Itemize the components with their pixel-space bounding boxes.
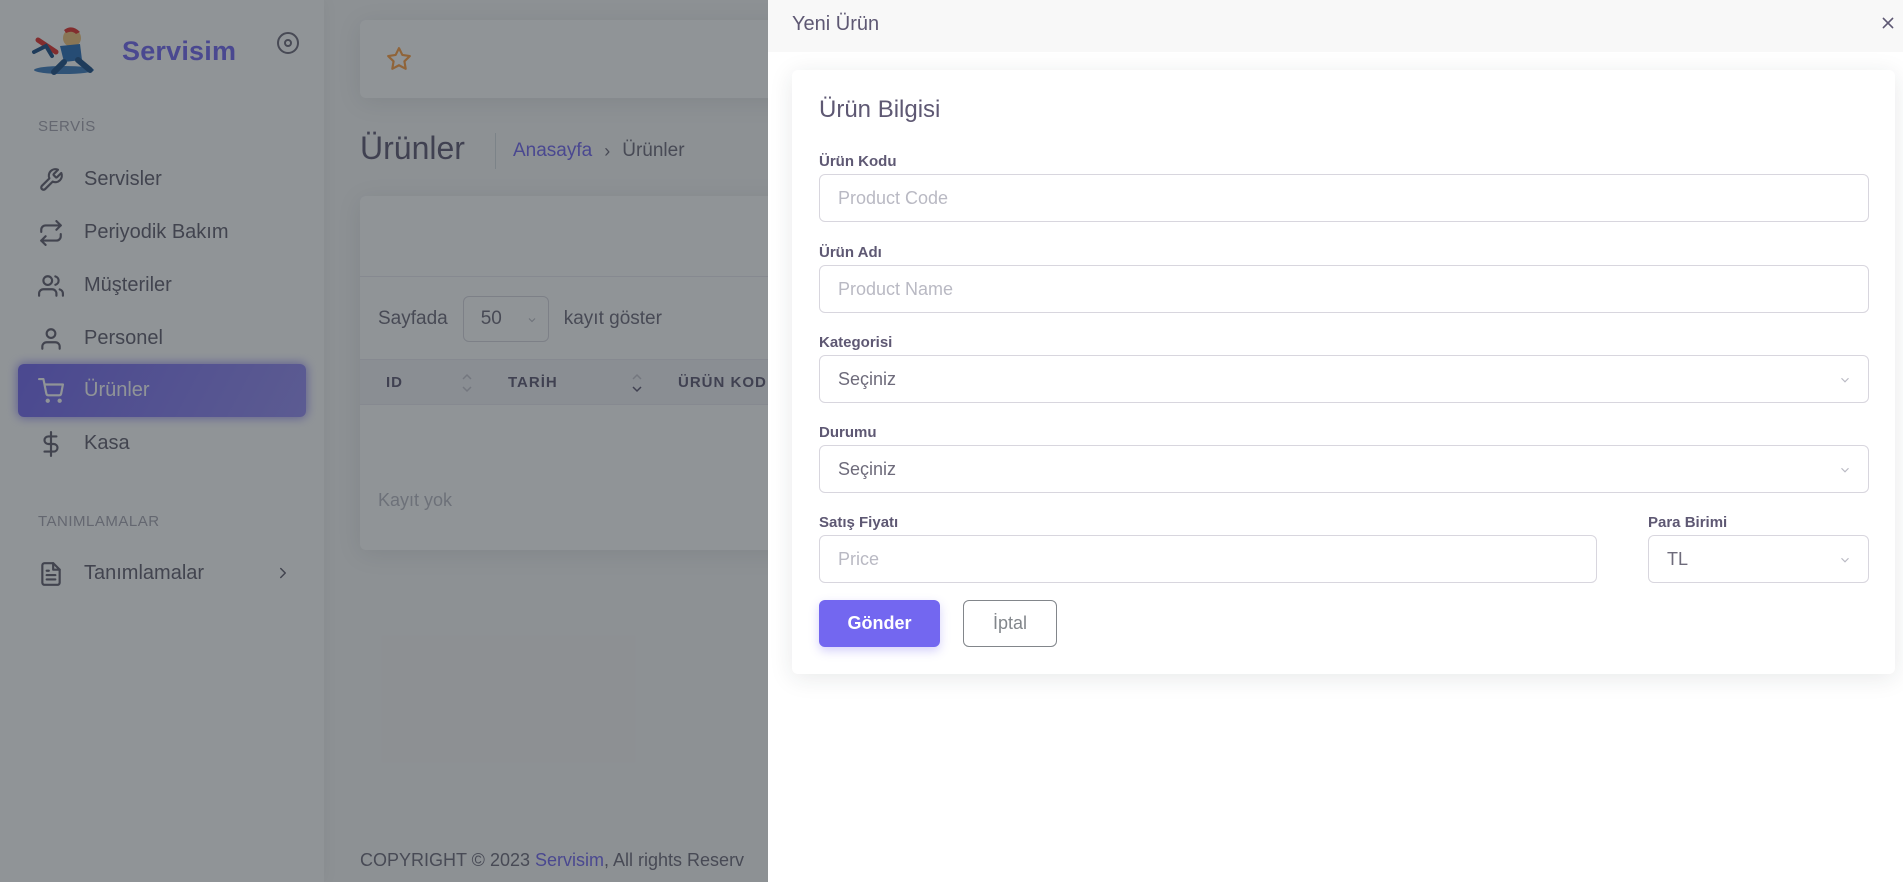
modal-header: Yeni Ürün: [768, 0, 1903, 52]
status-select-value: Seçiniz: [838, 458, 897, 479]
modal-title: Yeni Ürün: [792, 13, 880, 35]
cancel-button[interactable]: İptal: [963, 600, 1057, 647]
chevron-down-icon: [1841, 467, 1849, 473]
product-name-label: Ürün Adı: [819, 244, 882, 261]
product-code-label: Ürün Kodu: [819, 153, 897, 170]
close-icon[interactable]: [1877, 12, 1899, 34]
new-product-modal: Yeni Ürün Ürün Bilgisi Ürün Kodu Product…: [768, 0, 1903, 882]
product-name-input[interactable]: Product Name: [819, 265, 1869, 313]
chevron-down-icon: [1841, 557, 1849, 563]
submit-button[interactable]: Gönder: [819, 600, 940, 647]
status-select[interactable]: Seçiniz: [819, 445, 1869, 493]
product-info-card: Ürün Bilgisi Ürün Kodu Product Code Ürün…: [792, 70, 1895, 674]
price-label: Satış Fiyatı: [819, 514, 899, 531]
currency-select[interactable]: TL: [1648, 535, 1869, 583]
category-label: Kategorisi: [819, 334, 893, 351]
price-input[interactable]: Price: [819, 535, 1597, 583]
card-title: Ürün Bilgisi: [819, 96, 941, 123]
currency-select-value: TL: [1667, 548, 1689, 569]
category-select-value: Seçiniz: [838, 368, 897, 389]
product-code-input[interactable]: Product Code: [819, 174, 1869, 222]
chevron-down-icon: [1841, 377, 1849, 383]
status-label: Durumu: [819, 424, 877, 441]
category-select[interactable]: Seçiniz: [819, 355, 1869, 403]
currency-label: Para Birimi: [1648, 514, 1728, 531]
